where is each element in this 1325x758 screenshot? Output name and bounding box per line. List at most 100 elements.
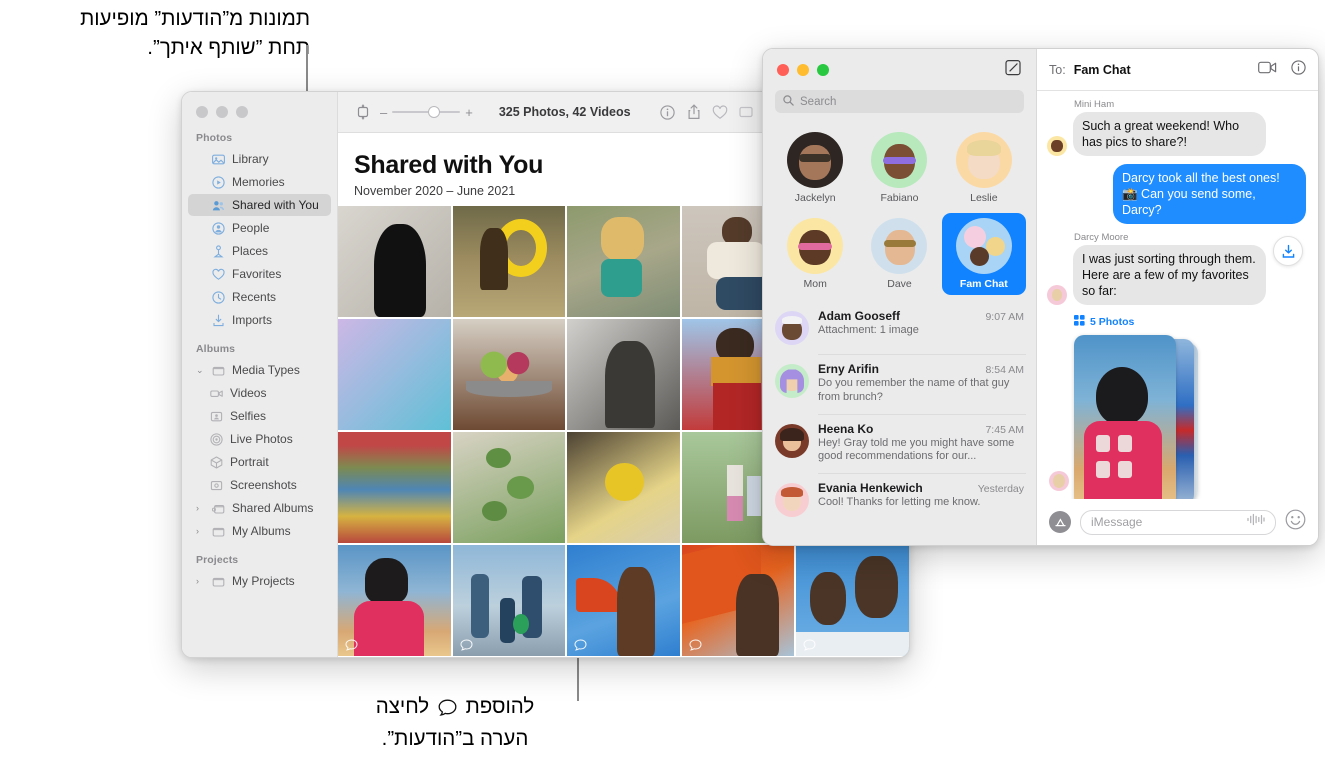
conversation-body: Adam Gooseff 9:07 AM Attachment: 1 image xyxy=(818,309,1024,338)
zoom-slider-track[interactable] xyxy=(392,106,461,118)
photo-stack[interactable] xyxy=(1074,335,1199,499)
pinned-conversation-fabiano[interactable]: Fabiano xyxy=(857,127,941,209)
comment-bubble-icon xyxy=(438,695,457,724)
share-icon[interactable] xyxy=(681,104,707,120)
conversation-header-row: Heena Ko 7:45 AM xyxy=(818,422,1024,436)
stacked-photo-1[interactable] xyxy=(1074,335,1176,499)
sidebar-item-recents[interactable]: Recents xyxy=(188,286,331,308)
sidebar-item-media-types[interactable]: ⌄ Media Types xyxy=(188,359,331,381)
sidebar-item-selfies[interactable]: Selfies xyxy=(188,405,331,427)
close-button[interactable] xyxy=(196,106,208,118)
messages-window-controls[interactable] xyxy=(777,63,829,76)
message-sender-name: Mini Ham xyxy=(1074,99,1115,110)
zoom-slider-group[interactable]: – + xyxy=(380,105,473,120)
thread-recipient[interactable]: Fam Chat xyxy=(1074,63,1131,77)
compose-icon[interactable] xyxy=(1005,59,1022,81)
sidebar-item-live-photos[interactable]: Live Photos xyxy=(188,428,331,450)
photo-thumbnail[interactable] xyxy=(452,432,566,543)
sidebar-item-screenshots[interactable]: Screenshots xyxy=(188,474,331,496)
folder-icon xyxy=(212,525,225,538)
photo-thumbnail[interactable] xyxy=(338,545,451,656)
message-bubble[interactable]: I was just sorting through them. Here ar… xyxy=(1073,245,1266,305)
attachment-label[interactable]: 5 Photos xyxy=(1090,316,1134,328)
conversation-list-item[interactable]: Heena Ko 7:45 AM Hey! Gray told me you mig… xyxy=(763,413,1036,474)
sidebar-item-memories[interactable]: Memories xyxy=(188,171,331,193)
save-to-photos-button[interactable] xyxy=(1273,236,1303,266)
more-icon[interactable] xyxy=(733,105,759,119)
maximize-button[interactable] xyxy=(236,106,248,118)
photo-thumbnail[interactable] xyxy=(452,545,566,656)
minimize-button[interactable] xyxy=(216,106,228,118)
message-row: I was just sorting through them. Here ar… xyxy=(1047,245,1306,305)
live-photo-icon xyxy=(210,432,223,446)
sidebar-item-shared-with-you[interactable]: Shared with You xyxy=(188,194,331,216)
heart-icon[interactable] xyxy=(707,104,733,120)
sidebar-item-my-projects[interactable]: › My Projects xyxy=(188,570,331,592)
photo-thumbnail[interactable] xyxy=(338,206,451,317)
messages-sidebar: Search Jackelyn Fabiano Leslie Mom Dave Fam C… xyxy=(763,49,1037,545)
info-icon[interactable] xyxy=(655,104,681,120)
chevron-down-icon[interactable]: ⌄ xyxy=(196,366,205,375)
conversation-list-item[interactable]: Evania Henkewich Yesterday Cool! Thanks fo… xyxy=(763,473,1036,526)
close-button[interactable] xyxy=(777,63,789,76)
pinned-conversation-fam-chat[interactable]: Fam Chat xyxy=(941,213,1026,295)
emoji-icon[interactable] xyxy=(1285,509,1306,535)
chevron-right-icon[interactable]: › xyxy=(196,503,205,513)
pinned-conversation-mom[interactable]: Mom xyxy=(773,213,857,295)
info-icon[interactable] xyxy=(1291,59,1306,80)
sidebar-item-my-albums[interactable]: › My Albums xyxy=(188,520,331,542)
comment-bubble-icon[interactable] xyxy=(460,638,473,651)
sidebar-item-favorites[interactable]: Favorites xyxy=(188,263,331,285)
photo-thumbnail[interactable] xyxy=(567,432,680,543)
photo-thumbnail[interactable] xyxy=(338,319,451,430)
sidebar-item-imports[interactable]: Imports xyxy=(188,309,331,331)
pinned-conversation-jackelyn[interactable]: Jackelyn xyxy=(773,127,857,209)
conversation-list-item[interactable]: Erny Arifin 8:54 AM Do you remember the na… xyxy=(763,354,1036,414)
conversation-header-row: Evania Henkewich Yesterday xyxy=(818,481,1024,495)
comment-bubble-icon[interactable] xyxy=(689,638,702,651)
comment-bubble-icon[interactable] xyxy=(803,638,816,651)
message-row: Such a great weekend! Who has pics to sh… xyxy=(1047,112,1306,156)
zoom-out-label[interactable]: – xyxy=(380,105,387,120)
photo-thumbnail[interactable] xyxy=(452,319,566,430)
sidebar-item-label: My Albums xyxy=(232,524,291,538)
comment-bubble-icon[interactable] xyxy=(574,638,587,651)
folder-icon xyxy=(212,575,225,588)
conversation-preview: Hey! Gray told me you might have some go… xyxy=(818,436,1015,463)
thread-body: Mini Ham Such a great weekend! Who has pi… xyxy=(1037,91,1318,499)
photo-thumbnail[interactable] xyxy=(452,206,566,317)
app-store-icon[interactable] xyxy=(1049,511,1071,533)
zoom-slider-knob[interactable] xyxy=(428,106,441,118)
zoom-in-label[interactable]: + xyxy=(465,105,473,120)
photo-thumbnail[interactable] xyxy=(338,432,451,543)
photo-thumbnail[interactable] xyxy=(567,545,680,656)
chevron-right-icon[interactable]: › xyxy=(196,526,205,536)
sidebar-item-shared-albums[interactable]: › Shared Albums xyxy=(188,497,331,519)
sidebar-item-portrait[interactable]: Portrait xyxy=(188,451,331,473)
callout-top-line1: תמונות מ”הודעות” מופיעות xyxy=(80,7,310,30)
photo-thumbnail[interactable] xyxy=(681,545,795,656)
minimize-button[interactable] xyxy=(797,63,809,76)
search-input[interactable]: Search xyxy=(775,90,1024,113)
pinned-conversation-leslie[interactable]: Leslie xyxy=(942,127,1026,209)
sidebar-item-library[interactable]: Library xyxy=(188,148,331,170)
facetime-video-icon[interactable] xyxy=(1258,61,1277,79)
sidebar-item-places[interactable]: Places xyxy=(188,240,331,262)
comment-bubble-icon[interactable] xyxy=(345,638,358,651)
avatar xyxy=(775,364,809,398)
message-bubble[interactable]: Darcy took all the best ones! 📸 Can you … xyxy=(1113,164,1306,224)
sidebar-item-videos[interactable]: Videos xyxy=(188,382,331,404)
photo-thumbnail[interactable] xyxy=(567,206,680,317)
sidebar-item-people[interactable]: People xyxy=(188,217,331,239)
pinned-conversation-dave[interactable]: Dave xyxy=(857,213,941,295)
photos-window-controls[interactable] xyxy=(182,92,337,118)
conversation-list-item[interactable]: Adam Gooseff 9:07 AM Attachment: 1 image xyxy=(763,301,1036,354)
rotate-icon[interactable] xyxy=(350,104,376,120)
chevron-right-icon[interactable]: › xyxy=(196,576,205,586)
maximize-button[interactable] xyxy=(817,63,829,76)
photo-thumbnail[interactable] xyxy=(567,319,680,430)
imessage-input[interactable]: iMessage xyxy=(1080,509,1276,535)
photo-thumbnail[interactable] xyxy=(796,545,909,656)
audio-waveform-icon[interactable] xyxy=(1246,513,1265,531)
message-bubble[interactable]: Such a great weekend! Who has pics to sh… xyxy=(1073,112,1266,156)
